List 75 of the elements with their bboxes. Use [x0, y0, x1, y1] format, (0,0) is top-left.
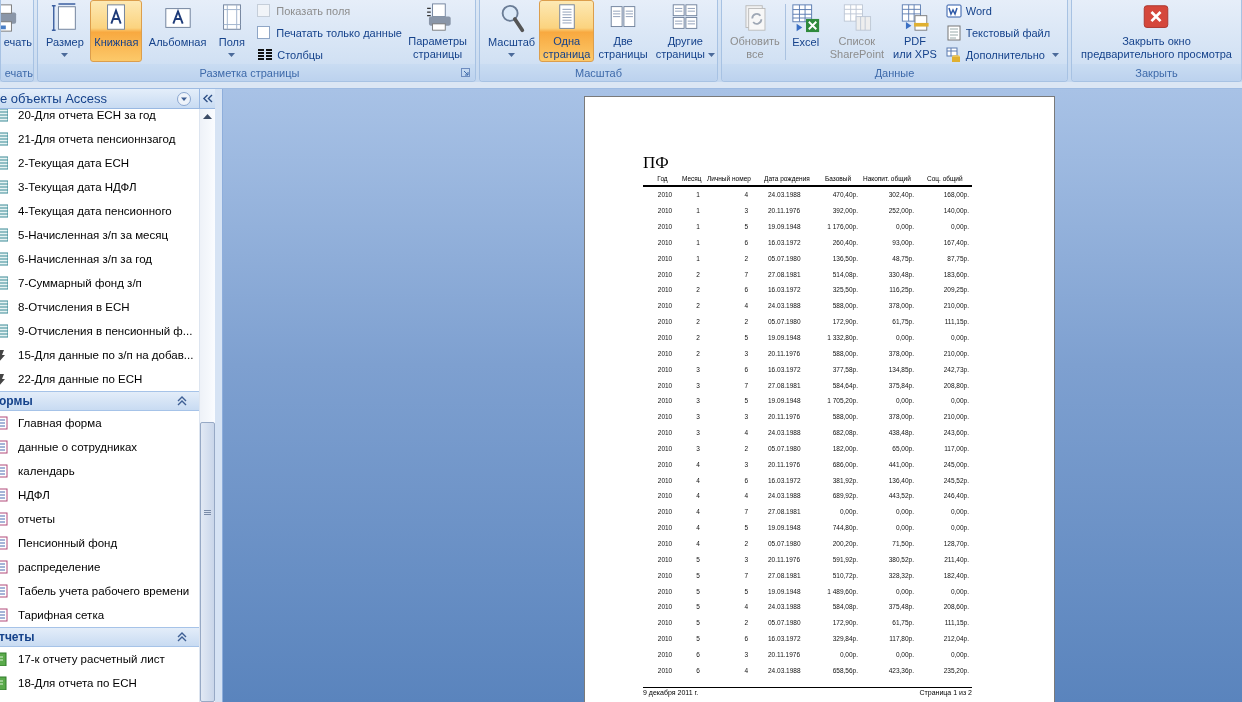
list-export-icon — [841, 3, 872, 32]
scroll-up-arrow-icon[interactable] — [203, 114, 212, 119]
caret-icon — [1051, 52, 1059, 57]
navigation-item[interactable]: 2-Текущая дата ЕСН — [0, 151, 199, 175]
navigation-pane-header[interactable]: е объекты Access — [0, 89, 215, 109]
ribbon-button[interactable]: Две страницы — [594, 0, 652, 62]
navigation-item[interactable]: 4-Текущая дата пенсионного — [0, 199, 199, 223]
ribbon-button[interactable]: Параметры страницы — [404, 0, 471, 62]
navigation-item[interactable]: распределение — [0, 555, 199, 579]
double-chevron-left-icon — [202, 94, 213, 103]
ribbon-button[interactable]: Word — [941, 1, 1063, 20]
caret-icon — [228, 53, 236, 57]
group-label: Данные — [873, 66, 916, 79]
navigation-item[interactable]: 15-Для данные по з/п на добав... — [0, 343, 199, 367]
dialog-launcher-icon[interactable] — [461, 68, 470, 77]
dropdown-icon[interactable] — [177, 91, 191, 106]
navigation-item[interactable]: отчеты — [0, 507, 199, 531]
caret-icon — [61, 53, 69, 57]
navigation-item[interactable]: 6-Начисленная з/п за год — [0, 247, 199, 271]
group-label: Закрыть — [1134, 66, 1179, 79]
double-chevron-up-icon — [177, 632, 187, 642]
navigation-item[interactable]: Главная форма — [0, 411, 199, 435]
database-export-icon — [945, 46, 962, 63]
checkbox[interactable] — [257, 26, 271, 39]
section-header[interactable]: тчеты — [0, 627, 199, 647]
navigation-item[interactable]: данные о сотрудниках — [0, 435, 199, 459]
checkbox-label: Показать поля — [276, 4, 351, 17]
ribbon-button[interactable]: ечать — [1, 0, 33, 62]
ribbon-button[interactable]: Масштаб — [484, 0, 540, 62]
navigation-item[interactable]: 3-Текущая дата НДФЛ — [0, 175, 199, 199]
ribbon-button[interactable]: Дополнительно — [941, 45, 1063, 64]
navigation-item[interactable]: 8-Отчисления в ЕСН — [0, 295, 199, 319]
ribbon-button[interactable]: Альбомная — [144, 0, 211, 62]
caret-icon — [508, 53, 516, 57]
ribbon-button[interactable]: Другие страницы — [651, 0, 717, 62]
excel-export-icon — [790, 3, 821, 33]
group-label: Масштаб — [573, 66, 624, 79]
navigation-item[interactable]: НДФЛ — [0, 483, 199, 507]
navigation-item[interactable]: календарь — [0, 459, 199, 483]
scrollbar-thumb[interactable] — [200, 422, 215, 702]
navigation-item[interactable]: Табель учета рабочего времени — [0, 579, 199, 603]
ribbon-button[interactable]: Поля — [212, 0, 251, 62]
ribbon-button[interactable]: Одна страница — [539, 0, 595, 62]
navigation-item[interactable]: 5-Начисленная з/п за месяц — [0, 223, 199, 247]
navigation-item[interactable]: 17-к отчету расчетный лист — [0, 647, 199, 671]
navigation-item[interactable]: 20-Для отчета ЕСН за год — [0, 109, 199, 127]
ribbon-button[interactable]: Закрыть окно предварительного просмотра — [1077, 0, 1236, 62]
navigation-item[interactable]: Пенсионный фонд — [0, 531, 199, 555]
ribbon-button[interactable]: Размер — [42, 0, 88, 62]
section-header[interactable]: ормы — [0, 391, 199, 411]
scrollbar[interactable] — [199, 109, 215, 702]
navigation-pane-title: е объекты Access — [0, 91, 109, 106]
text-file-icon — [945, 24, 962, 41]
columns-icon — [257, 46, 274, 63]
navigation-item[interactable]: 7-Суммарный фонд з/п — [0, 271, 199, 295]
checkbox-label: Печатать только данные — [276, 26, 402, 39]
word-icon — [945, 2, 962, 19]
navigation-item[interactable]: Тарифная сетка — [0, 603, 199, 627]
report-title: ПФ — [643, 152, 669, 174]
section-title: ормы — [0, 394, 34, 408]
navigation-item[interactable]: 21-Для отчета пенсионнзагод — [0, 127, 199, 151]
navigation-item[interactable]: 18-Для отчета по ЕСН — [0, 671, 199, 695]
group-label: ечать — [3, 66, 33, 79]
ribbon-button[interactable]: Книжная — [90, 0, 143, 62]
ribbon-button[interactable]: Столбцы — [253, 45, 402, 64]
ribbon-button[interactable]: Excel — [786, 0, 825, 62]
navigation-item[interactable]: 22-Для данные по ЕСН — [0, 367, 199, 391]
caret-icon — [707, 53, 715, 58]
group-label: Разметка страницы — [198, 66, 301, 79]
section-title: тчеты — [0, 630, 36, 644]
pdf-export-icon — [899, 3, 930, 32]
double-chevron-up-icon — [177, 396, 187, 406]
ribbon-button[interactable]: Текстовый файл — [941, 23, 1063, 42]
ribbon-button[interactable]: PDF или XPS — [889, 0, 941, 62]
navigation-item[interactable]: 9-Отчисления в пенсионный ф... — [0, 319, 199, 343]
